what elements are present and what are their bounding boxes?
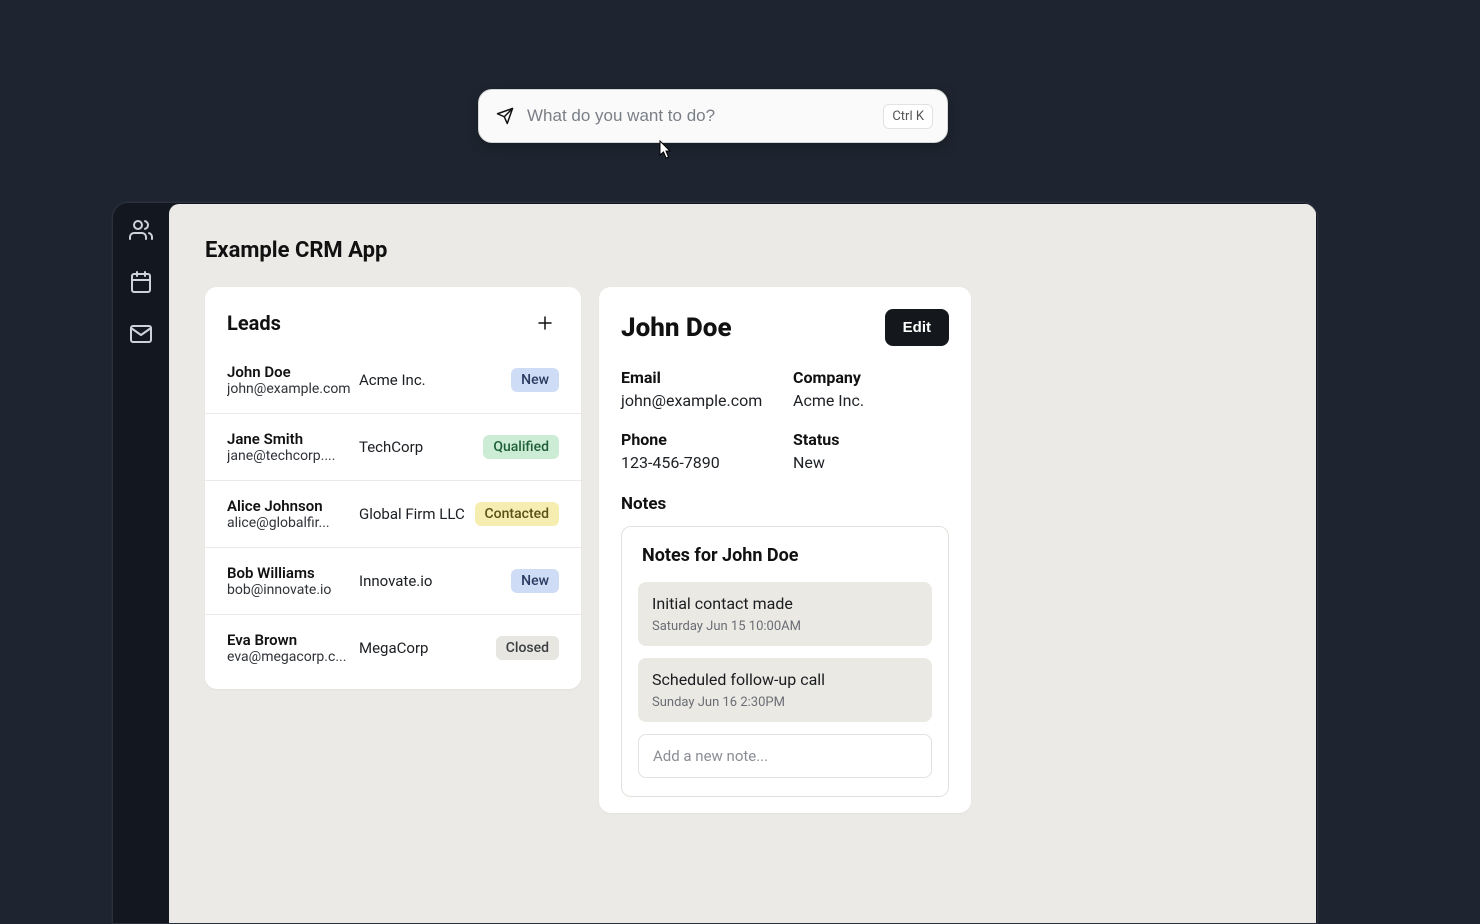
lead-company: MegaCorp	[359, 639, 488, 657]
status-badge: Qualified	[483, 435, 559, 459]
status-badge: New	[511, 368, 559, 392]
lead-detail-panel: John Doe Edit Email john@example.com Com…	[599, 287, 971, 813]
add-note-input[interactable]: Add a new note...	[638, 734, 932, 778]
app-frame: Example CRM App Leads John Doejohn@examp…	[112, 202, 1318, 924]
phone-label: Phone	[621, 430, 777, 449]
lead-name: Bob Williams	[227, 564, 351, 582]
notes-header: Notes	[621, 494, 949, 514]
lead-company: Acme Inc.	[359, 371, 503, 389]
workspace[interactable]: Example CRM App Leads John Doejohn@examp…	[169, 204, 1316, 923]
status-label: Status	[793, 430, 949, 449]
lead-company: Innovate.io	[359, 572, 503, 590]
leads-title: Leads	[227, 311, 281, 335]
email-label: Email	[621, 368, 777, 387]
status-badge: Closed	[496, 636, 559, 660]
note-timestamp: Sunday Jun 16 2:30PM	[652, 695, 918, 710]
lead-row[interactable]: Eva Browneva@megacorp.c... MegaCorp Closed	[205, 615, 581, 681]
lead-email: eva@megacorp.c...	[227, 649, 351, 665]
note-timestamp: Saturday Jun 15 10:00AM	[652, 619, 918, 634]
email-value: john@example.com	[621, 391, 777, 410]
edit-button[interactable]: Edit	[885, 309, 949, 346]
lead-name: John Doe	[227, 363, 351, 381]
note-item[interactable]: Initial contact made Saturday Jun 15 10:0…	[638, 582, 932, 646]
detail-name: John Doe	[621, 313, 732, 343]
lead-name: Jane Smith	[227, 430, 351, 448]
notes-box: Notes for John Doe Initial contact made S…	[621, 526, 949, 797]
status-badge: Contacted	[475, 502, 559, 526]
leads-panel: Leads John Doejohn@example.com Acme Inc. N…	[205, 287, 581, 689]
app-title: Example CRM App	[205, 238, 1280, 263]
send-icon	[495, 106, 515, 126]
note-text: Scheduled follow-up call	[652, 670, 918, 689]
mail-icon[interactable]	[128, 321, 154, 347]
users-icon[interactable]	[128, 217, 154, 243]
company-label: Company	[793, 368, 949, 387]
lead-name: Eva Brown	[227, 631, 351, 649]
lead-company: TechCorp	[359, 438, 475, 456]
lead-email: jane@techcorp....	[227, 448, 351, 464]
lead-row[interactable]: John Doejohn@example.com Acme Inc. New	[205, 347, 581, 414]
calendar-icon[interactable]	[128, 269, 154, 295]
command-input[interactable]	[515, 106, 883, 126]
command-shortcut: Ctrl K	[883, 104, 933, 129]
phone-value: 123-456-7890	[621, 453, 777, 472]
company-value: Acme Inc.	[793, 391, 949, 410]
lead-email: alice@globalfir...	[227, 515, 351, 531]
lead-row[interactable]: Alice Johnsonalice@globalfir... Global Fi…	[205, 481, 581, 548]
sidebar	[113, 203, 169, 923]
command-bar[interactable]: Ctrl K	[478, 89, 948, 143]
lead-row[interactable]: Jane Smithjane@techcorp.... TechCorp Quali…	[205, 414, 581, 481]
note-text: Initial contact made	[652, 594, 918, 613]
note-item[interactable]: Scheduled follow-up call Sunday Jun 16 2:…	[638, 658, 932, 722]
lead-email: bob@innovate.io	[227, 582, 351, 598]
lead-email: john@example.com	[227, 381, 351, 397]
lead-name: Alice Johnson	[227, 497, 351, 515]
add-lead-button[interactable]	[531, 309, 559, 337]
cursor-pointer	[655, 140, 673, 162]
status-badge: New	[511, 569, 559, 593]
lead-company: Global Firm LLC	[359, 505, 467, 523]
notes-title: Notes for John Doe	[638, 545, 932, 566]
status-value: New	[793, 453, 949, 472]
lead-row[interactable]: Bob Williamsbob@innovate.io Innovate.io Ne…	[205, 548, 581, 615]
